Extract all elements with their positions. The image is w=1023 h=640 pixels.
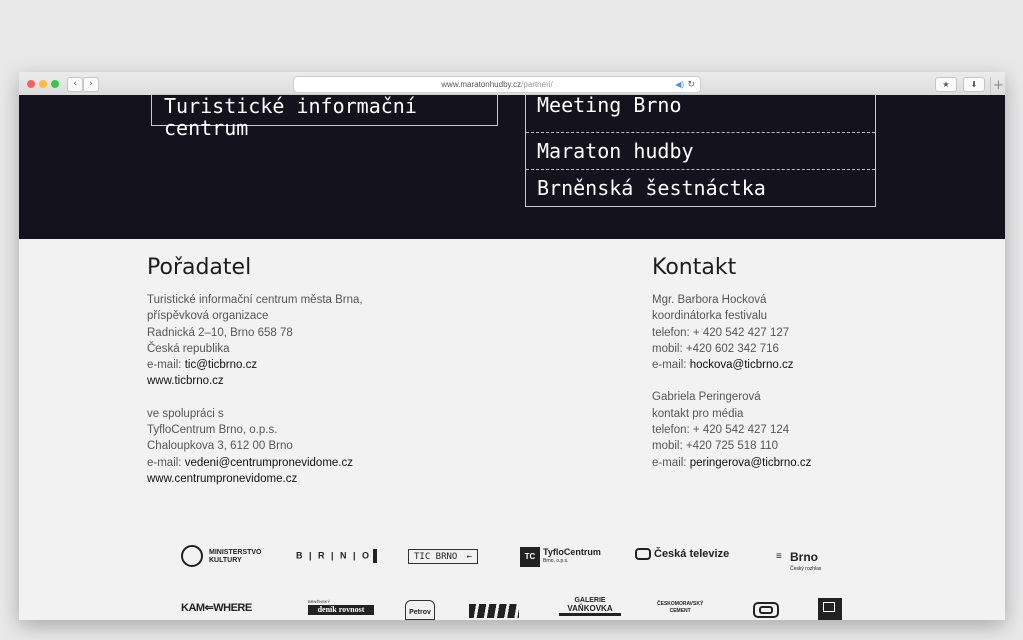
chevron-left-icon: ‹ <box>73 79 77 89</box>
logo-petrov[interactable]: Petrov <box>405 600 435 620</box>
logo-dark-square[interactable] <box>818 598 842 620</box>
logo-text: deník rovnost <box>308 605 374 615</box>
brand-emblem-icon <box>759 606 773 614</box>
email-label: e-mail: <box>147 456 182 469</box>
footer-contacts: Pořadatel Turistické informační centrum … <box>19 239 1005 620</box>
url-path: /partneri/ <box>521 80 553 89</box>
kontakt-info: Mgr. Barbora Hocková koordinátorka festi… <box>652 292 952 471</box>
back-button[interactable]: ‹ <box>67 77 83 92</box>
chevron-right-icon: › <box>89 79 93 89</box>
partner-link-brnenska-sestnactka[interactable]: Brněnská šestnáctka <box>526 169 875 206</box>
contact-role: kontakt pro média <box>652 407 744 420</box>
star-icon: ★ <box>942 80 950 89</box>
logo-text: TIC BRNO <box>414 552 458 562</box>
poradatel-info: Turistické informační centrum města Brna… <box>147 292 467 487</box>
logo-kamwhere[interactable]: KAM⇐WHERE <box>181 601 252 614</box>
contact-name: Mgr. Barbora Hocková <box>652 294 767 306</box>
download-icon: ⬇ <box>970 80 978 89</box>
logo-ceska-televize[interactable]: Česká televize <box>635 548 730 561</box>
close-window-button[interactable] <box>27 80 35 88</box>
logo-text: Brno, o.p.s. <box>543 558 569 564</box>
kontakt-heading: Kontakt <box>652 255 737 280</box>
contact-phone: telefon: + 420 542 427 124 <box>652 424 790 437</box>
browser-window: ‹ › www.maratonhudby.cz/partneri/ ◀) ↻ ★… <box>19 72 1005 620</box>
logo-square-brand[interactable] <box>753 602 779 618</box>
coop-email-link[interactable]: vedeni@centrumpronevidome.cz <box>185 457 353 469</box>
partner-box-events: Meeting Brno Maraton hudby Brněnská šest… <box>525 94 876 207</box>
address-bar[interactable]: www.maratonhudby.cz/partneri/ ◀) ↻ <box>293 76 701 93</box>
logo-mmb[interactable] <box>469 602 519 618</box>
brno-bar-icon <box>373 549 378 563</box>
coop-label: ve spolupráci s <box>147 407 224 420</box>
poradatel-heading: Pořadatel <box>147 255 252 280</box>
coop-web-link[interactable]: www.centrumpronevidome.cz <box>147 473 297 485</box>
partner-box-tic[interactable]: Turistické informační centrum <box>151 94 498 139</box>
audio-icon[interactable]: ◀) <box>675 77 684 92</box>
logo-text: KAM⇐WHERE <box>181 602 252 614</box>
link-label: Brněnská šestnáctka <box>537 176 766 200</box>
logo-text: TyfloCentrum <box>543 547 601 557</box>
partners-dark-section: Turistické informační centrum Meeting Br… <box>19 94 1005 239</box>
logo-text: ČESKOMORAVSKÝ <box>657 601 704 607</box>
minimize-window-button[interactable] <box>39 80 47 88</box>
partner-link-meeting-brno[interactable]: Meeting Brno <box>526 95 875 132</box>
partner-link-tic[interactable]: Turistické informační centrum <box>164 94 417 140</box>
logo-text: MINISTERSTVO <box>209 549 262 556</box>
logo-text: VAŇKOVKA <box>559 605 621 616</box>
contact-mobile: mobil: +420 725 518 110 <box>652 440 779 453</box>
logo-text: Český rozhlas <box>790 566 822 572</box>
contact-phone: telefon: + 420 542 427 127 <box>652 326 790 339</box>
poradatel-web-link[interactable]: www.ticbrno.cz <box>147 375 224 387</box>
email-label: e-mail: <box>652 359 687 372</box>
downloads-button[interactable]: ⬇ <box>963 77 985 92</box>
poradatel-line: Turistické informační centrum města Brna… <box>147 294 363 306</box>
browser-toolbar: ‹ › www.maratonhudby.cz/partneri/ ◀) ↻ ★… <box>19 72 1005 96</box>
zoom-window-button[interactable] <box>51 80 59 88</box>
logo-text: B | R | N | O <box>296 550 372 561</box>
partner-link-maraton-hudby[interactable]: Maraton hudby <box>526 132 875 169</box>
email-label: e-mail: <box>147 359 182 372</box>
poradatel-email-link[interactable]: tic@ticbrno.cz <box>185 359 257 371</box>
peringerova-email-link[interactable]: peringerova@ticbrno.cz <box>690 457 812 469</box>
poradatel-line: příspěvková organizace <box>147 310 269 323</box>
logo-galerie-vankovka[interactable]: GALERIE VAŇKOVKA <box>559 597 621 616</box>
ct-emblem-icon <box>635 548 651 561</box>
forward-button[interactable]: › <box>83 77 99 92</box>
coop-line: TyfloCentrum Brno, o.p.s. <box>147 424 278 437</box>
link-label: Maraton hudby <box>537 139 694 163</box>
logo-ceskomoravsky-cement[interactable]: ČESKOMORAVSKÝ CEMENT <box>657 601 703 615</box>
hockova-email-link[interactable]: hockova@ticbrno.cz <box>690 359 794 371</box>
logo-text: KULTURY <box>209 557 242 564</box>
logo-brno[interactable]: B | R | N | O <box>296 549 378 563</box>
coop-line: Chaloupkova 3, 612 00 Brno <box>147 440 293 453</box>
dark-square-emblem-icon <box>823 602 835 612</box>
poradatel-line: Česká republika <box>147 342 230 355</box>
logo-text: Petrov <box>409 609 431 616</box>
logo-tic-brno[interactable]: TIC BRNO ← <box>408 549 478 564</box>
contact-name: Gabriela Peringerová <box>652 391 761 404</box>
reload-icon[interactable]: ↻ <box>687 77 695 92</box>
bookmark-button[interactable]: ★ <box>935 77 957 92</box>
poradatel-line: Radnická 2–10, Brno 658 78 <box>147 326 293 339</box>
cro-emblem-icon: ≡ <box>776 551 782 562</box>
url-domain: www.maratonhudby.cz <box>441 80 522 89</box>
new-tab-button[interactable]: + <box>990 77 1005 95</box>
mk-emblem-icon <box>181 545 203 567</box>
email-label: e-mail: <box>652 456 687 469</box>
logo-text: BRNĚNSKÝ <box>308 599 331 604</box>
logo-text: Brno <box>790 550 818 564</box>
contact-mobile: mobil: +420 602 342 716 <box>652 342 779 355</box>
logo-text: Česká televize <box>654 548 730 560</box>
tyflo-emblem-icon: TC <box>520 547 540 567</box>
arrow-left-icon: ← <box>466 552 472 562</box>
contact-role: koordinátorka festivalu <box>652 310 768 323</box>
link-label: Meeting Brno <box>537 93 682 117</box>
logo-text: CEMENT <box>669 608 691 614</box>
mmb-emblem-icon <box>469 604 519 618</box>
